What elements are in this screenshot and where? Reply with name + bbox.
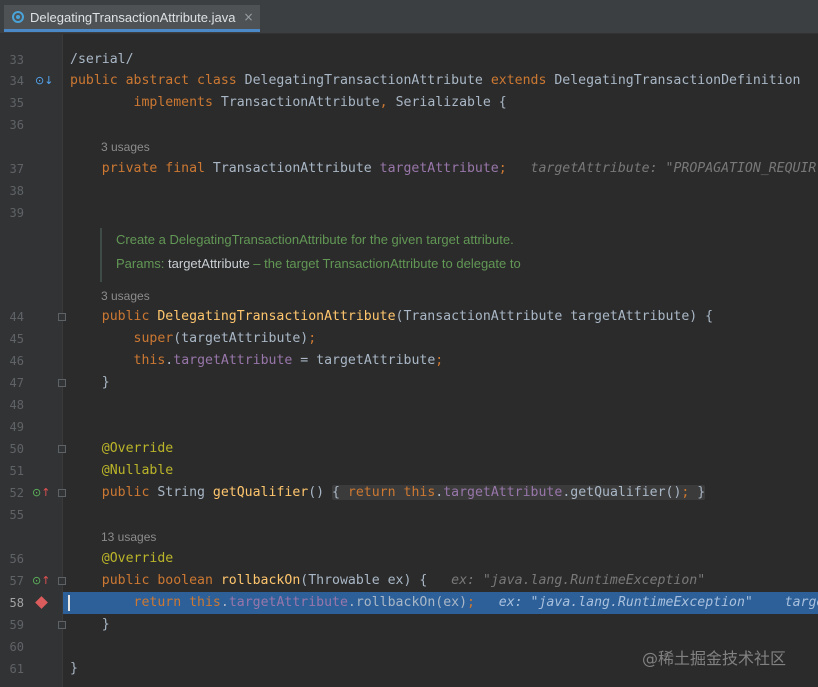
line-number: 38 [9, 184, 24, 198]
code-line-51: 51 @Nullable [0, 460, 818, 482]
code-line-38: 38 [0, 180, 818, 202]
usages-hint[interactable]: 3 usages [101, 285, 150, 307]
overrides-method-icon[interactable]: ⊙↑ [32, 487, 50, 498]
line-number: 60 [9, 640, 24, 654]
serial-tag: /serial/ [70, 52, 134, 67]
javadoc-param-name: targetAttribute [168, 256, 250, 271]
code-text: public String getQualifier() { return th… [101, 485, 706, 500]
line-number: 37 [9, 162, 24, 176]
code-line-45: 45 super(targetAttribute); [0, 328, 818, 350]
line-number: 55 [9, 508, 24, 522]
line-number: 33 [9, 53, 24, 67]
javadoc-params: Params: targetAttribute – the target Tra… [116, 256, 521, 271]
debug-inline-value: targetAttribute: "PROPAGATION_REQUIR [530, 161, 817, 176]
debug-inline-value: ex: "java.lang.RuntimeException" [451, 573, 706, 588]
code-line-44: 44 public DelegatingTransactionAttribute… [0, 306, 818, 328]
line-number: 47 [9, 376, 24, 390]
line-number: 46 [9, 354, 24, 368]
code-line-37: 37 private final TransactionAttribute ta… [0, 158, 818, 180]
line-number: 59 [9, 618, 24, 632]
code-text: @Override [101, 441, 174, 456]
line-number: 51 [9, 464, 24, 478]
code-text: public abstract class DelegatingTransact… [70, 73, 801, 88]
code-line-52: 52 ⊙↑ public String getQualifier() { ret… [0, 482, 818, 504]
javadoc-summary: Create a DelegatingTransactionAttribute … [116, 232, 514, 247]
code-text: } [101, 375, 110, 390]
javadoc-params-label: Params: [116, 256, 165, 271]
implementations-icon[interactable]: ⊙↓ [35, 75, 53, 86]
code-line-50: 50 @Override [0, 438, 818, 460]
line-number: 49 [9, 420, 24, 434]
code-text: public DelegatingTransactionAttribute(Tr… [101, 309, 714, 324]
line-number: 56 [9, 552, 24, 566]
line-number: 44 [9, 310, 24, 324]
code-text: super(targetAttribute); [133, 331, 317, 346]
line-number: 52 [9, 486, 24, 500]
fold-marker[interactable] [58, 489, 66, 497]
debug-inline-value-tail: targe [784, 595, 818, 610]
code-line-34: 34 ⊙↓ public abstract class DelegatingTr… [0, 70, 818, 92]
line-number: 58 [9, 596, 24, 610]
code-line-46: 46 this.targetAttribute = targetAttribut… [0, 350, 818, 372]
code-line-39: 39 [0, 202, 818, 224]
fold-marker[interactable] [58, 313, 66, 321]
usages-hint[interactable]: 13 usages [101, 526, 156, 548]
usages-hint[interactable]: 3 usages [101, 136, 150, 158]
code-line-36: 36 [0, 114, 818, 136]
code-text: } [101, 617, 110, 632]
code-text: /serial/ [70, 49, 134, 71]
fold-marker[interactable] [58, 621, 66, 629]
code-line-56: 56 @Override [0, 548, 818, 570]
code-text: } [70, 661, 78, 676]
breakpoint-icon[interactable] [35, 596, 48, 609]
code-line-49: 49 [0, 416, 818, 438]
code-line-47: 47 } [0, 372, 818, 394]
watermark: @稀土掘金技术社区 [642, 649, 787, 668]
code-text: implements TransactionAttribute, Seriali… [133, 95, 507, 110]
code-text: public boolean rollbackOn(Throwable ex) … [101, 573, 706, 588]
code-text: return this.targetAttribute.rollbackOn(e… [70, 592, 818, 614]
code-line-55: 55 [0, 504, 818, 526]
code-line-57: 57 ⊙↑ public boolean rollbackOn(Throwabl… [0, 570, 818, 592]
line-number: 45 [9, 332, 24, 346]
line-number: 57 [9, 574, 24, 588]
debug-inline-value: ex: "java.lang.RuntimeException" [498, 595, 753, 610]
rendered-javadoc[interactable]: Create a DelegatingTransactionAttribute … [100, 228, 818, 282]
line-number: 61 [9, 662, 24, 676]
line-number: 48 [9, 398, 24, 412]
code-text: @Override [101, 551, 174, 566]
code-line-48: 48 [0, 394, 818, 416]
code-line-59: 59 } [0, 614, 818, 636]
line-number: 35 [9, 96, 24, 110]
fold-marker[interactable] [58, 379, 66, 387]
code-line-33: 33 /serial/ [0, 49, 818, 71]
code-text: this.targetAttribute = targetAttribute; [133, 353, 444, 368]
code-editor[interactable]: 33 /serial/ 34 ⊙↓ public abstract class … [0, 0, 818, 687]
code-line-35: 35 implements TransactionAttribute, Seri… [0, 92, 818, 114]
javadoc-param-desc: – the target TransactionAttribute to del… [249, 256, 521, 271]
line-number: 36 [9, 118, 24, 132]
line-number: 39 [9, 206, 24, 220]
overrides-method-icon[interactable]: ⊙↑ [32, 575, 50, 586]
fold-marker[interactable] [58, 577, 66, 585]
code-text: @Nullable [101, 463, 174, 478]
fold-marker[interactable] [58, 445, 66, 453]
code-text: private final TransactionAttribute targe… [101, 161, 817, 176]
line-number: 34 [9, 74, 24, 88]
line-number: 50 [9, 442, 24, 456]
code-line-58: 58 return this.targetAttribute.rollbackO… [0, 592, 818, 614]
